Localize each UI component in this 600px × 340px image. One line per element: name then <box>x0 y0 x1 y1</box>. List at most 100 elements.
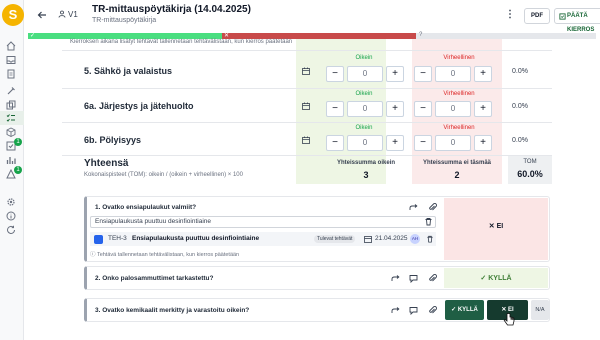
decrement-button[interactable]: − <box>326 135 344 151</box>
reply-icon[interactable] <box>391 274 400 283</box>
sidebar: S 1 1 <box>0 0 24 340</box>
decrement-button[interactable]: − <box>326 101 344 117</box>
calendar-icon[interactable] <box>302 67 310 75</box>
pdf-button[interactable]: PDF <box>524 8 550 24</box>
row-percentage: 0.0% <box>512 103 528 110</box>
category-label: 6a. Järjestys ja jätehuolto <box>84 101 194 111</box>
attachment-icon[interactable] <box>428 306 437 315</box>
alerts-badge: 1 <box>14 166 22 174</box>
increment-button[interactable]: + <box>386 135 404 151</box>
decrement-button[interactable]: − <box>414 135 432 151</box>
answer-no-label: ✕ EI <box>488 223 504 230</box>
answer-no-text: EI <box>496 223 504 230</box>
task-saved-note-text: Tehtävä tallennetaan tehtävälistaan, kun… <box>96 252 240 258</box>
end-round-icon <box>559 12 566 20</box>
calendar-icon[interactable] <box>302 136 310 144</box>
correct-count-input[interactable]: 0 <box>347 135 383 151</box>
tasks-badge: 1 <box>14 138 22 146</box>
yes-button-label: KYLLÄ <box>457 307 478 313</box>
correct-sum-label: Yhteissumma oikein <box>336 160 396 166</box>
question-title: 2. Onko palosammuttimet tarkastettu? <box>95 275 214 282</box>
question-title: 3. Ovatko kemikaalit merkitty ja varasto… <box>95 307 250 314</box>
increment-button[interactable]: + <box>474 66 492 82</box>
row-divider <box>62 155 552 156</box>
refresh-icon[interactable] <box>6 225 16 235</box>
correct-count-input[interactable]: 0 <box>347 66 383 82</box>
box-icon[interactable] <box>6 127 16 137</box>
end-round-label: PÄÄTÄ KIERROS <box>567 13 595 33</box>
question-title: 1. Ovatko ensiapulaukut valmiit? <box>95 204 197 211</box>
app-logo[interactable]: S <box>2 4 24 26</box>
document-icon[interactable] <box>6 69 16 79</box>
incorrect-label: Virheellinen <box>443 91 475 97</box>
incorrect-count-input[interactable]: 0 <box>435 135 471 151</box>
settings-icon[interactable] <box>6 197 16 207</box>
reply-icon[interactable] <box>409 203 418 212</box>
hand-cursor-icon <box>503 313 515 327</box>
category-label: 5. Sähkö ja valaistus <box>84 66 173 76</box>
row-divider <box>62 50 552 51</box>
decrement-button[interactable]: − <box>326 66 344 82</box>
calendar-icon[interactable] <box>302 102 310 110</box>
trash-icon[interactable] <box>424 217 433 226</box>
tools-icon[interactable] <box>6 86 16 96</box>
correct-stepper[interactable]: − 0 + <box>326 66 404 82</box>
more-options-icon[interactable]: ⋮ <box>504 9 516 21</box>
finding-note-input[interactable]: Ensiapulaukusta puuttuu desinfiointiaine <box>90 216 436 228</box>
total-title: Yhteensä <box>84 158 129 169</box>
attachment-icon[interactable] <box>428 274 437 283</box>
correct-stepper[interactable]: − 0 + <box>326 135 404 151</box>
correct-sum-value: 3 <box>363 170 369 180</box>
comment-icon[interactable] <box>409 306 418 315</box>
page-title: TR-mittauspöytäkirja (14.04.2025) <box>92 4 251 15</box>
incorrect-stepper[interactable]: − 0 + <box>414 101 492 117</box>
row-divider <box>62 122 552 123</box>
reply-icon[interactable] <box>391 306 400 315</box>
tom-score-box: TOM 60.0% <box>508 156 552 184</box>
row-divider <box>62 88 552 89</box>
increment-button[interactable]: + <box>474 101 492 117</box>
version-indicator[interactable]: V1 <box>58 10 78 19</box>
correct-stepper[interactable]: − 0 + <box>326 101 404 117</box>
page-subtitle: TR-mittauspöytäkirja <box>92 17 157 24</box>
top-header: V1 TR-mittauspöytäkirja (14.04.2025) TR-… <box>24 0 600 34</box>
na-button[interactable]: N/A <box>531 300 549 320</box>
task-saved-note: ⓘ Tehtävä tallennetaan tehtävälistaan, k… <box>90 252 240 258</box>
incorrect-count-input[interactable]: 0 <box>435 66 471 82</box>
comment-icon[interactable] <box>409 274 418 283</box>
trash-icon[interactable] <box>426 235 434 243</box>
answer-yes-label: ✓ KYLLÄ <box>480 275 512 282</box>
decrement-button[interactable]: − <box>414 101 432 117</box>
status-fail-mark: ✕ <box>224 33 230 39</box>
chart-icon[interactable] <box>6 155 16 165</box>
copy-icon[interactable] <box>6 100 16 110</box>
increment-button[interactable]: + <box>474 135 492 151</box>
correct-count-input[interactable]: 0 <box>347 101 383 117</box>
incorrect-label: Virheellinen <box>443 55 475 61</box>
correct-label: Oikein <box>355 91 373 97</box>
status-ok-mark: ✓ <box>30 33 36 39</box>
home-icon[interactable] <box>6 41 16 51</box>
inbox-icon[interactable] <box>6 55 16 65</box>
calendar-icon <box>364 235 372 243</box>
decrement-button[interactable]: − <box>414 66 432 82</box>
total-formula: Kokonaispisteet (TOM): oikein / (oikein … <box>84 172 243 178</box>
end-round-button[interactable]: PÄÄTÄ KIERROS <box>554 8 600 33</box>
version-label: V1 <box>68 10 78 19</box>
linked-task-row[interactable]: TEH-3 Ensiapulaukusta puuttuu desinfioin… <box>90 232 436 246</box>
info-icon[interactable] <box>6 211 16 221</box>
row-percentage: 0.0% <box>512 137 528 144</box>
answer-yes-text: KYLLÄ <box>488 275 512 282</box>
incorrect-stepper[interactable]: − 0 + <box>414 135 492 151</box>
assignee-avatar: AH <box>410 234 420 244</box>
tom-value: 60.0% <box>517 169 543 179</box>
task-icon <box>94 235 103 244</box>
yes-button[interactable]: ✓ KYLLÄ <box>445 300 484 320</box>
increment-button[interactable]: + <box>386 66 404 82</box>
attachment-icon[interactable] <box>428 203 437 212</box>
checklist-icon[interactable] <box>6 113 16 123</box>
incorrect-count-input[interactable]: 0 <box>435 101 471 117</box>
incorrect-stepper[interactable]: − 0 + <box>414 66 492 82</box>
back-arrow-icon[interactable] <box>37 10 47 20</box>
increment-button[interactable]: + <box>386 101 404 117</box>
